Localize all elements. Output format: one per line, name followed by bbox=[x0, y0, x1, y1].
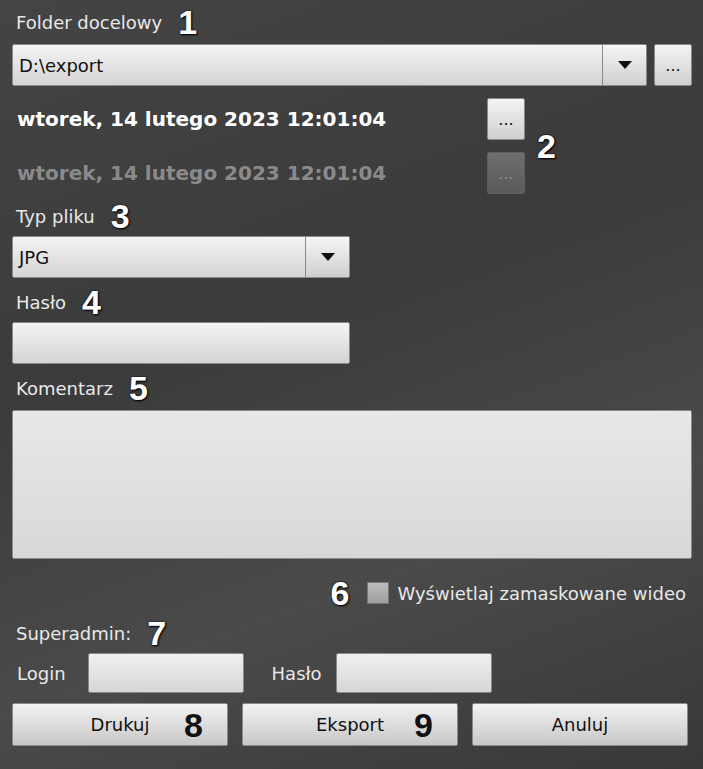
password-label: Hasło bbox=[16, 292, 66, 313]
file-type-value[interactable]: JPG bbox=[13, 237, 305, 277]
password-row bbox=[12, 322, 692, 364]
masked-video-label[interactable]: Wyświetlaj zamaskowane wideo bbox=[397, 583, 686, 604]
action-button[interactable]: Anuluj bbox=[472, 703, 688, 746]
folder-value[interactable]: D:\export bbox=[13, 45, 602, 85]
file-type-select[interactable]: JPG bbox=[12, 236, 350, 278]
folder-combo[interactable]: D:\export bbox=[12, 44, 647, 86]
comment-label-row: Komentarz 5 bbox=[12, 370, 692, 406]
folder-row: D:\export... bbox=[12, 44, 692, 86]
date-text: wtorek, 14 lutego 2023 12:01:04 bbox=[17, 161, 475, 185]
date-picker-button[interactable]: ... bbox=[487, 98, 525, 140]
dropdown-button[interactable] bbox=[305, 237, 349, 277]
browse-button[interactable]: ... bbox=[654, 44, 692, 86]
superadmin-password-label: Hasło bbox=[272, 663, 322, 684]
annotation-badge: 6 bbox=[331, 576, 350, 610]
password-value[interactable] bbox=[13, 323, 349, 363]
login-label: Login bbox=[17, 663, 66, 684]
annotation-badge: 4 bbox=[82, 285, 101, 319]
login-input[interactable] bbox=[88, 653, 244, 693]
annotation-badge: 9 bbox=[414, 706, 433, 744]
dates-block: wtorek, 14 lutego 2023 12:01:04...wtorek… bbox=[12, 98, 692, 194]
export-dialog: Folder docelowy1D:\export...wtorek, 14 l… bbox=[0, 0, 703, 769]
password-input[interactable] bbox=[12, 322, 350, 364]
password-label-row: Hasło 4 bbox=[12, 284, 692, 320]
annotation-badge: 8 bbox=[184, 706, 203, 744]
dropdown-button[interactable] bbox=[602, 45, 646, 85]
superadmin-label: Superadmin: bbox=[16, 623, 131, 644]
date-row: wtorek, 14 lutego 2023 12:01:04... bbox=[12, 98, 525, 140]
masked-video-row: 6 Wyświetlaj zamaskowane wideo bbox=[12, 573, 692, 613]
date-row: wtorek, 14 lutego 2023 12:01:04... bbox=[12, 152, 525, 194]
annotation-badge: 2 bbox=[537, 129, 556, 163]
annotation-badge-wrap: 8 bbox=[184, 708, 203, 742]
comment-textarea[interactable] bbox=[12, 410, 692, 559]
annotation-badge: 1 bbox=[178, 5, 197, 39]
superadmin-label-row: Superadmin: 7 bbox=[12, 615, 692, 651]
dropdown-arrow-icon bbox=[321, 253, 335, 261]
button-bar: Drukuj8 Eksport9 Anuluj bbox=[12, 703, 692, 746]
annotation-badge: 7 bbox=[147, 616, 166, 650]
action-button[interactable]: Eksport9 bbox=[242, 703, 458, 746]
date-text: wtorek, 14 lutego 2023 12:01:04 bbox=[17, 107, 475, 131]
folder-label-row: Folder docelowy 1 bbox=[12, 4, 692, 40]
dropdown-arrow-icon bbox=[618, 61, 632, 69]
file-type-row: JPG bbox=[12, 236, 692, 278]
file-type-label: Typ pliku bbox=[16, 206, 95, 227]
annotation-badge: 3 bbox=[111, 199, 130, 233]
annotation-badge-wrap: 9 bbox=[414, 708, 433, 742]
folder-label: Folder docelowy bbox=[16, 12, 162, 33]
file-type-label-row: Typ pliku 3 bbox=[12, 198, 692, 234]
comment-label: Komentarz bbox=[16, 378, 113, 399]
superadmin-password-input[interactable] bbox=[336, 653, 492, 693]
annotation-badge: 5 bbox=[129, 371, 148, 405]
date-picker-button: ... bbox=[487, 152, 525, 194]
superadmin-login-row: Login Hasło bbox=[12, 653, 692, 693]
masked-video-checkbox[interactable] bbox=[367, 582, 389, 604]
dates-list: wtorek, 14 lutego 2023 12:01:04...wtorek… bbox=[12, 98, 525, 194]
action-button[interactable]: Drukuj8 bbox=[12, 703, 228, 746]
